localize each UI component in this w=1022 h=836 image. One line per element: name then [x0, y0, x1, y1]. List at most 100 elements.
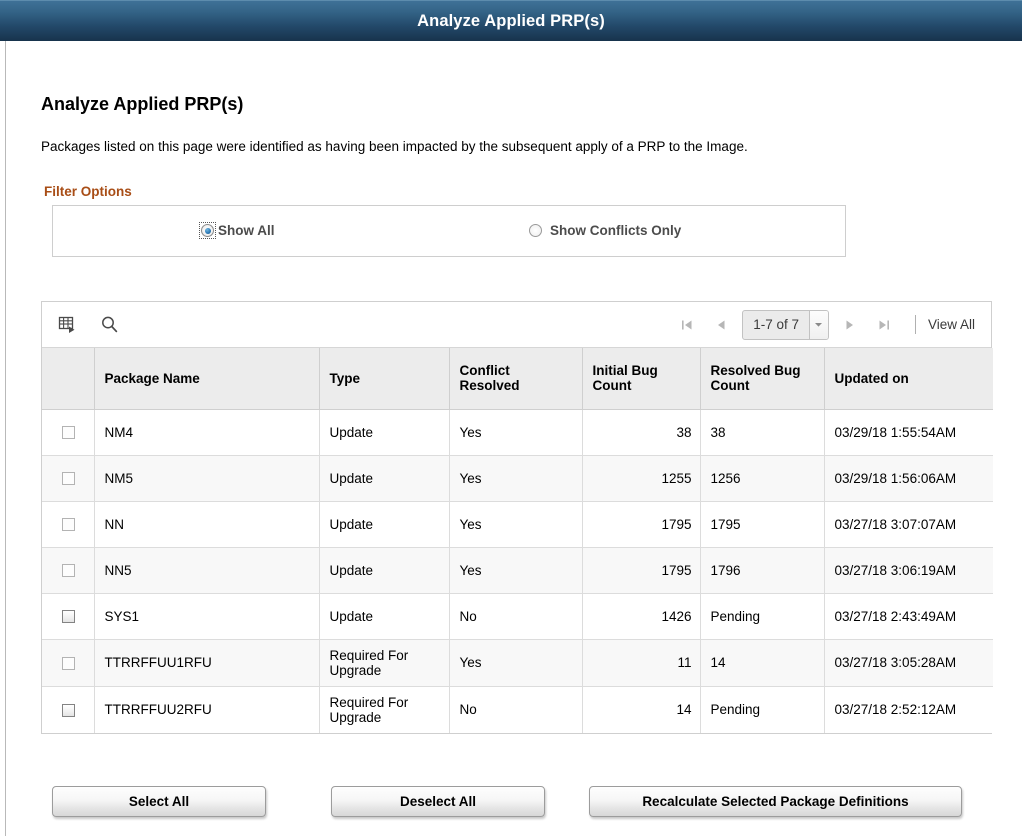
radio-unselected-icon[interactable]	[529, 224, 542, 237]
toolbar-divider	[915, 315, 916, 334]
previous-page-icon[interactable]	[704, 310, 738, 340]
action-button-bar: Select All Deselect All Recalculate Sele…	[6, 786, 1022, 836]
row-select-cell	[42, 455, 94, 501]
packages-grid: 1-7 of 7	[41, 301, 992, 734]
grid-to-excel-icon[interactable]	[56, 314, 78, 336]
cell-updated-on: 03/27/18 2:43:49AM	[824, 593, 993, 639]
cell-initial-bug-count: 14	[582, 686, 700, 733]
cell-updated-on: 03/27/18 2:52:12AM	[824, 686, 993, 733]
cell-resolved-bug-count: 14	[700, 639, 824, 686]
radio-show-all-label: Show All	[218, 223, 275, 238]
next-page-icon[interactable]	[833, 310, 867, 340]
cell-conflict-resolved: Yes	[449, 455, 582, 501]
table-row: NN5 Update Yes 1795 1796 03/27/18 3:06:1…	[42, 547, 993, 593]
search-icon[interactable]	[98, 314, 120, 336]
cell-initial-bug-count: 1795	[582, 501, 700, 547]
page-range-selector[interactable]: 1-7 of 7	[742, 310, 829, 340]
row-select-cell	[42, 501, 94, 547]
cell-package-name: TTRRFFUU2RFU	[94, 686, 319, 733]
cell-updated-on: 03/27/18 3:05:28AM	[824, 639, 993, 686]
row-select-cell	[42, 639, 94, 686]
cell-initial-bug-count: 1255	[582, 455, 700, 501]
row-select-cell	[42, 593, 94, 639]
recalculate-selected-package-definitions-button[interactable]: Recalculate Selected Package Definitions	[589, 786, 962, 817]
row-select-cell	[42, 686, 94, 733]
chevron-down-icon[interactable]	[809, 311, 828, 339]
row-select-cell	[42, 409, 94, 455]
deselect-all-button[interactable]: Deselect All	[331, 786, 545, 817]
cell-initial-bug-count: 1795	[582, 547, 700, 593]
row-checkbox[interactable]	[62, 610, 75, 623]
column-header-conflict-resolved: Conflict Resolved	[449, 348, 582, 409]
cell-conflict-resolved: No	[449, 593, 582, 639]
cell-updated-on: 03/27/18 3:06:19AM	[824, 547, 993, 593]
cell-resolved-bug-count: 38	[700, 409, 824, 455]
window-titlebar: Analyze Applied PRP(s)	[0, 0, 1022, 41]
table-row: SYS1 Update No 1426 Pending 03/27/18 2:4…	[42, 593, 993, 639]
column-header-select	[42, 348, 94, 409]
table-row: TTRRFFUU1RFU Required For Upgrade Yes 11…	[42, 639, 993, 686]
radio-show-conflicts-only[interactable]: Show Conflicts Only	[527, 222, 681, 239]
cell-initial-bug-count: 38	[582, 409, 700, 455]
cell-type: Update	[319, 409, 449, 455]
cell-initial-bug-count: 11	[582, 639, 700, 686]
row-checkbox[interactable]	[62, 657, 75, 670]
cell-resolved-bug-count: Pending	[700, 593, 824, 639]
table-row: NM4 Update Yes 38 38 03/29/18 1:55:54AM	[42, 409, 993, 455]
column-header-resolved-bug-count: Resolved Bug Count	[700, 348, 824, 409]
cell-package-name: SYS1	[94, 593, 319, 639]
row-checkbox[interactable]	[62, 426, 75, 439]
cell-resolved-bug-count: 1256	[700, 455, 824, 501]
window-title: Analyze Applied PRP(s)	[417, 12, 605, 31]
row-checkbox[interactable]	[62, 564, 75, 577]
cell-type: Update	[319, 547, 449, 593]
radio-show-conflicts-only-label: Show Conflicts Only	[550, 223, 681, 238]
page-range-label: 1-7 of 7	[743, 311, 809, 339]
row-checkbox[interactable]	[62, 518, 75, 531]
cell-conflict-resolved: Yes	[449, 639, 582, 686]
cell-type: Required For Upgrade	[319, 686, 449, 733]
row-checkbox[interactable]	[62, 704, 75, 717]
cell-package-name: NM5	[94, 455, 319, 501]
row-select-cell	[42, 547, 94, 593]
filter-options-legend: Filter Options	[44, 184, 132, 199]
cell-package-name: NN	[94, 501, 319, 547]
cell-type: Update	[319, 455, 449, 501]
radio-show-conflicts-wrap	[527, 222, 544, 239]
cell-updated-on: 03/29/18 1:56:06AM	[824, 455, 993, 501]
grid-toolbar: 1-7 of 7	[42, 302, 991, 348]
row-checkbox[interactable]	[62, 472, 75, 485]
page-content: Analyze Applied PRP(s) Packages listed o…	[5, 41, 1022, 836]
grid-pagination: 1-7 of 7	[670, 310, 979, 340]
cell-type: Update	[319, 501, 449, 547]
table-row: NM5 Update Yes 1255 1256 03/29/18 1:56:0…	[42, 455, 993, 501]
view-all-link[interactable]: View All	[928, 317, 979, 332]
select-all-button[interactable]: Select All	[52, 786, 266, 817]
table-row: TTRRFFUU2RFU Required For Upgrade No 14 …	[42, 686, 993, 733]
cell-type: Required For Upgrade	[319, 639, 449, 686]
column-header-updated-on: Updated on	[824, 348, 993, 409]
cell-type: Update	[319, 593, 449, 639]
filter-options-group: Show All Show Conflicts Only	[52, 205, 846, 257]
first-page-icon[interactable]	[670, 310, 704, 340]
table-header-row: Package Name Type Conflict Resolved Init…	[42, 348, 993, 409]
cell-conflict-resolved: No	[449, 686, 582, 733]
cell-initial-bug-count: 1426	[582, 593, 700, 639]
cell-package-name: NM4	[94, 409, 319, 455]
page-title: Analyze Applied PRP(s)	[41, 94, 243, 115]
cell-package-name: TTRRFFUU1RFU	[94, 639, 319, 686]
cell-updated-on: 03/29/18 1:55:54AM	[824, 409, 993, 455]
radio-show-all[interactable]: Show All	[199, 222, 275, 239]
column-header-initial-bug-count: Initial Bug Count	[582, 348, 700, 409]
app-page: Analyze Applied PRP(s) Analyze Applied P…	[0, 0, 1022, 836]
cell-resolved-bug-count: 1795	[700, 501, 824, 547]
cell-resolved-bug-count: 1796	[700, 547, 824, 593]
table-row: NN Update Yes 1795 1795 03/27/18 3:07:07…	[42, 501, 993, 547]
radio-selected-icon[interactable]	[201, 224, 214, 237]
cell-resolved-bug-count: Pending	[700, 686, 824, 733]
last-page-icon[interactable]	[867, 310, 901, 340]
packages-table: Package Name Type Conflict Resolved Init…	[42, 348, 993, 733]
cell-updated-on: 03/27/18 3:07:07AM	[824, 501, 993, 547]
column-header-package-name: Package Name	[94, 348, 319, 409]
cell-conflict-resolved: Yes	[449, 409, 582, 455]
